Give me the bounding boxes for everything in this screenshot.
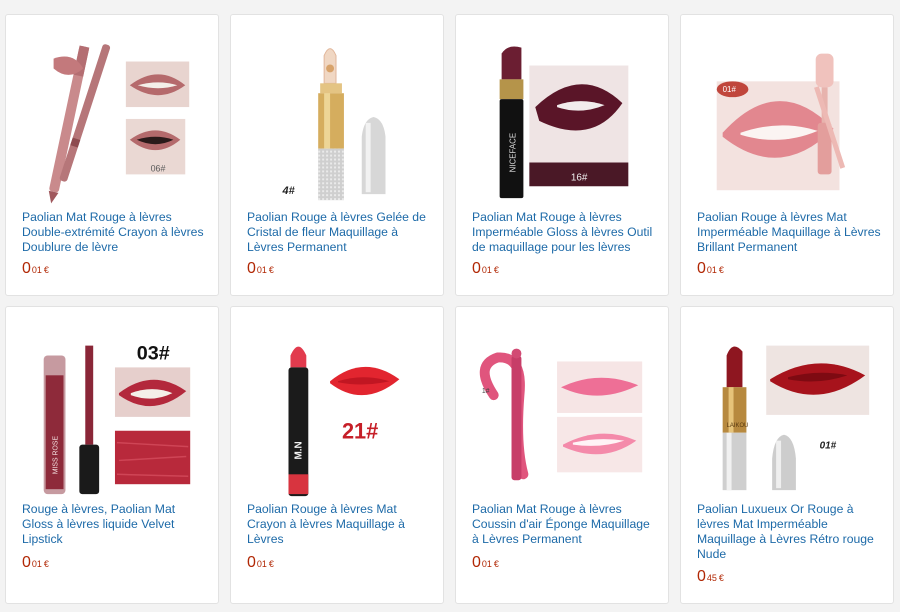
shade-label: 21# (342, 419, 378, 444)
product-card[interactable]: MISS ROSE 03# Rouge à lèvres, Paolian Ma… (5, 306, 219, 604)
product-image[interactable]: 4# (239, 23, 435, 205)
product-price: 045 € (697, 569, 724, 585)
price-currency: € (493, 559, 499, 569)
product-price: 001 € (22, 555, 49, 571)
shade-label: 16# (571, 172, 588, 183)
price-integer: 0 (472, 260, 481, 277)
shade-label: 06# (151, 163, 166, 173)
price-integer: 0 (472, 554, 481, 571)
product-title[interactable]: Paolian Luxueux Or Rouge à lèvres Mat Im… (697, 502, 883, 562)
product-card[interactable]: M.N 21# Paolian Rouge à lèvres Mat Crayo… (230, 306, 444, 604)
product-title[interactable]: Rouge à lèvres, Paolian Mat Gloss à lèvr… (22, 502, 208, 547)
product-image[interactable]: 01# (689, 23, 885, 205)
price-integer: 0 (22, 260, 31, 277)
price-integer: 0 (247, 554, 256, 571)
price-currency: € (268, 265, 274, 275)
product-image[interactable]: MISS ROSE 03# (14, 315, 210, 497)
product-image[interactable]: LAIKOU 01# (689, 315, 885, 497)
product-title[interactable]: Paolian Rouge à lèvres Mat Imperméable M… (697, 210, 883, 255)
price-cents: 01 (31, 559, 42, 569)
brand-mark: MISS ROSE (53, 436, 60, 475)
product-title[interactable]: Paolian Mat Rouge à lèvres Imperméable G… (472, 210, 658, 255)
price-cents: 01 (31, 265, 42, 275)
brand-mark: M.N (293, 441, 304, 459)
price-cents: 45 (706, 573, 717, 583)
price-cents: 01 (706, 265, 717, 275)
product-price: 001 € (697, 261, 724, 277)
brand-mark: NICEFACE (508, 133, 517, 173)
price-integer: 0 (247, 260, 256, 277)
product-image[interactable]: 1# (464, 315, 660, 497)
product-card[interactable]: NICEFACE 16# Paolian Mat Rouge à lèvres … (455, 14, 669, 296)
price-integer: 0 (697, 568, 706, 585)
product-title[interactable]: Paolian Rouge à lèvres Gelée de Cristal … (247, 210, 433, 255)
product-price: 001 € (472, 555, 499, 571)
price-integer: 0 (22, 554, 31, 571)
price-cents: 01 (256, 559, 267, 569)
price-integer: 0 (697, 260, 706, 277)
price-currency: € (43, 559, 49, 569)
shade-label: 03# (137, 342, 170, 364)
shade-label: 01# (820, 441, 837, 452)
product-card[interactable]: LAIKOU 01# Paolian Luxueux Or Rouge à lè… (680, 306, 894, 604)
product-image[interactable]: 06# (14, 23, 210, 205)
price-cents: 01 (481, 559, 492, 569)
price-currency: € (493, 265, 499, 275)
product-price: 001 € (22, 261, 49, 277)
product-card[interactable]: 06# Paolian Mat Rouge à lèvres Double-ex… (5, 14, 219, 296)
price-currency: € (718, 573, 724, 583)
price-cents: 01 (481, 265, 492, 275)
product-price: 001 € (472, 261, 499, 277)
product-price: 001 € (247, 555, 274, 571)
price-currency: € (268, 559, 274, 569)
product-price: 001 € (247, 261, 274, 277)
product-image[interactable]: M.N 21# (239, 315, 435, 497)
shade-label: 1# (482, 388, 490, 395)
shade-label: 4# (282, 185, 296, 197)
product-card[interactable]: 1# Paolian Mat Rouge à lèvres Coussin d'… (455, 306, 669, 604)
shade-label: 01# (723, 85, 737, 94)
price-currency: € (718, 265, 724, 275)
product-title[interactable]: Paolian Mat Rouge à lèvres Double-extrém… (22, 210, 208, 255)
price-cents: 01 (256, 265, 267, 275)
product-title[interactable]: Paolian Mat Rouge à lèvres Coussin d'air… (472, 502, 658, 547)
price-currency: € (43, 265, 49, 275)
product-card[interactable]: 01# Paolian Rouge à lèvres Mat Imperméab… (680, 14, 894, 296)
product-card[interactable]: 4# Paolian Rouge à lèvres Gelée de Crist… (230, 14, 444, 296)
product-image[interactable]: NICEFACE 16# (464, 23, 660, 205)
brand-mark: LAIKOU (727, 423, 749, 429)
product-title[interactable]: Paolian Rouge à lèvres Mat Crayon à lèvr… (247, 502, 433, 547)
product-grid: 06# Paolian Mat Rouge à lèvres Double-ex… (5, 14, 897, 610)
